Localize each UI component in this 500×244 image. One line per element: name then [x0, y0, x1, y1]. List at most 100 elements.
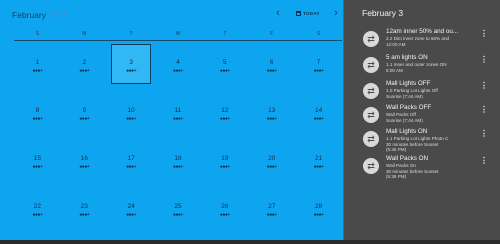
calendar-icon: [296, 11, 301, 16]
calendar-header: February 2026 ‹ TODAY ›: [0, 0, 344, 28]
day-cell-11[interactable]: 11 ●●●+: [158, 92, 198, 132]
repeat-icon: ⇄: [363, 83, 379, 99]
event-item[interactable]: ⇄ 5 am lights ON 1.1 Inner and outer zones…: [360, 54, 490, 78]
weekday-label: T: [223, 31, 227, 37]
day-cell-14[interactable]: 14 ●●●+: [299, 92, 339, 132]
event-dots-indicator: ●●●+: [32, 164, 43, 170]
repeat-icon: ⇄: [363, 31, 379, 47]
day-number: 8: [35, 107, 40, 114]
event-dots-indicator: ●●●+: [173, 68, 183, 74]
day-number: 16: [80, 155, 88, 162]
event-item[interactable]: ⇄ Wall Packs ON Wall Packs On 30 minutes be…: [360, 155, 490, 179]
event-dots-indicator: ●●●+: [126, 116, 137, 122]
previous-month-button[interactable]: ‹: [272, 7, 284, 19]
event-title: Mall Lights ON: [386, 128, 428, 135]
day-cell-10[interactable]: 10 ●●●+: [111, 92, 151, 132]
weekday-label: F: [270, 31, 274, 37]
more-options-icon[interactable]: ⋮: [480, 56, 488, 64]
weekday-label: S: [316, 31, 321, 37]
day-cell-15[interactable]: 15 ●●●+: [17, 140, 57, 180]
day-number: 17: [127, 155, 135, 162]
today-button[interactable]: TODAY: [293, 8, 323, 19]
event-dots-indicator: ●●●+: [32, 212, 43, 218]
day-cell-1[interactable]: 1 ●●●+: [17, 44, 57, 84]
day-cell-16[interactable]: 16 ●●●+: [64, 140, 104, 180]
event-title: Wall Packs OFF: [386, 104, 432, 111]
event-dots-indicator: ●●●+: [266, 164, 277, 170]
event-dots-indicator: ●●●+: [32, 68, 43, 74]
day-cell-12[interactable]: 12 ●●●+: [205, 92, 245, 132]
day-cell-4[interactable]: 4 ●●●+: [158, 44, 198, 84]
events-panel: February 3 ⇄ 12am inner 50% and ou... 2.2 …: [344, 0, 500, 244]
day-cell-23[interactable]: 23 ●●●+: [64, 188, 104, 228]
year-label: 2026: [48, 10, 68, 20]
day-number: 23: [80, 203, 88, 210]
event-title: 12am inner 50% and ou...: [386, 28, 459, 35]
repeat-icon: ⇄: [363, 158, 379, 174]
event-item[interactable]: ⇄ 12am inner 50% and ou... 2.2 Dim inner z…: [360, 28, 490, 52]
more-options-icon[interactable]: ⋮: [480, 30, 488, 38]
day-cell-20[interactable]: 20 ●●●+: [252, 140, 292, 180]
event-dots-indicator: ●●●+: [173, 212, 183, 218]
calendar-panel: February 2026 ‹ TODAY › SMTWTFS 1 ●●●+ 2 ●●…: [0, 0, 344, 244]
event-detail-line: Wall Packs Off: [386, 112, 416, 117]
event-detail-line: 30 minutes before Sunset: [386, 168, 439, 174]
day-cell-17[interactable]: 17 ●●●+: [111, 140, 151, 180]
day-cell-6[interactable]: 6 ●●●+: [252, 44, 292, 84]
day-number: 9: [82, 107, 87, 114]
next-month-button[interactable]: ›: [330, 7, 342, 19]
event-dots-indicator: ●●●+: [313, 212, 324, 218]
day-cell-28[interactable]: 28 ●●●+: [299, 188, 339, 228]
weekday-header-row: SMTWTFS: [14, 28, 342, 41]
event-dots-indicator: ●●●+: [173, 164, 183, 170]
more-options-icon[interactable]: ⋮: [480, 130, 488, 138]
event-dots-indicator: ●●●+: [219, 164, 230, 170]
event-item[interactable]: ⇄ Mall Lights OFF 1.0 Parking Lot Lights O…: [360, 80, 490, 104]
day-cell-21[interactable]: 21 ●●●+: [299, 140, 339, 180]
more-options-icon[interactable]: ⋮: [480, 106, 488, 114]
repeat-icon: ⇄: [363, 107, 379, 123]
day-cell-22[interactable]: 22 ●●●+: [17, 188, 57, 228]
day-cell-26[interactable]: 26 ●●●+: [205, 188, 245, 228]
event-detail-line: 2.2 Dim inner zone to 50% and: [386, 36, 450, 41]
day-cell-3[interactable]: 3 ●●●+: [111, 44, 152, 84]
event-dots-indicator: ●●●+: [219, 212, 230, 218]
more-options-icon[interactable]: ⋮: [480, 82, 488, 90]
day-cell-27[interactable]: 27 ●●●+: [252, 188, 292, 228]
event-item[interactable]: ⇄ Mall Lights ON 1.1 Parking Lot Lights Ph…: [360, 128, 490, 152]
weekday-label: W: [175, 31, 181, 37]
day-cell-8[interactable]: 8 ●●●+: [17, 92, 57, 132]
event-dots-indicator: ●●●+: [313, 68, 324, 74]
weekday-label: M: [82, 31, 87, 37]
more-options-icon[interactable]: ⋮: [480, 157, 488, 165]
day-cell-9[interactable]: 9 ●●●+: [64, 92, 104, 132]
event-dots-indicator: ●●●+: [313, 116, 324, 122]
day-cell-24[interactable]: 24 ●●●+: [111, 188, 151, 228]
event-dots-indicator: ●●●+: [266, 116, 277, 122]
event-dots-indicator: ●●●+: [79, 68, 90, 74]
day-cell-19[interactable]: 19 ●●●+: [205, 140, 245, 180]
day-cell-7[interactable]: 7 ●●●+: [299, 44, 339, 84]
event-dots-indicator: ●●●+: [266, 68, 277, 74]
day-cell-13[interactable]: 13 ●●●+: [252, 92, 292, 132]
event-detail-line: 1.0 Parking Lot Lights Off: [386, 88, 438, 93]
day-cell-18[interactable]: 18 ●●●+: [158, 140, 198, 180]
event-dots-indicator: ●●●+: [219, 68, 230, 74]
day-number: 25: [174, 203, 182, 210]
event-detail-line: 1.1 Inner and outer zones ON: [386, 62, 447, 67]
day-number: 1: [35, 59, 40, 66]
event-detail-line: (5:36 PM): [386, 147, 407, 152]
weekday-label: T: [129, 31, 133, 37]
event-detail-line: Sunrise (7:44 AM): [386, 117, 423, 123]
month-label: February 2026: [12, 10, 67, 20]
day-cell-5[interactable]: 5 ●●●+: [205, 44, 245, 84]
day-number: 11: [174, 107, 182, 114]
event-item[interactable]: ⇄ Wall Packs OFF Wall Packs Off Sunrise (7:…: [360, 104, 490, 128]
event-dots-indicator: ●●●+: [126, 212, 137, 218]
event-detail-line: Sunrise (7:44 AM): [386, 93, 423, 99]
day-number: 19: [221, 155, 229, 162]
day-cell-25[interactable]: 25 ●●●+: [158, 188, 198, 228]
event-title: 5 am lights ON: [386, 54, 428, 61]
day-cell-2[interactable]: 2 ●●●+: [64, 44, 104, 84]
day-number: 2: [82, 59, 87, 66]
